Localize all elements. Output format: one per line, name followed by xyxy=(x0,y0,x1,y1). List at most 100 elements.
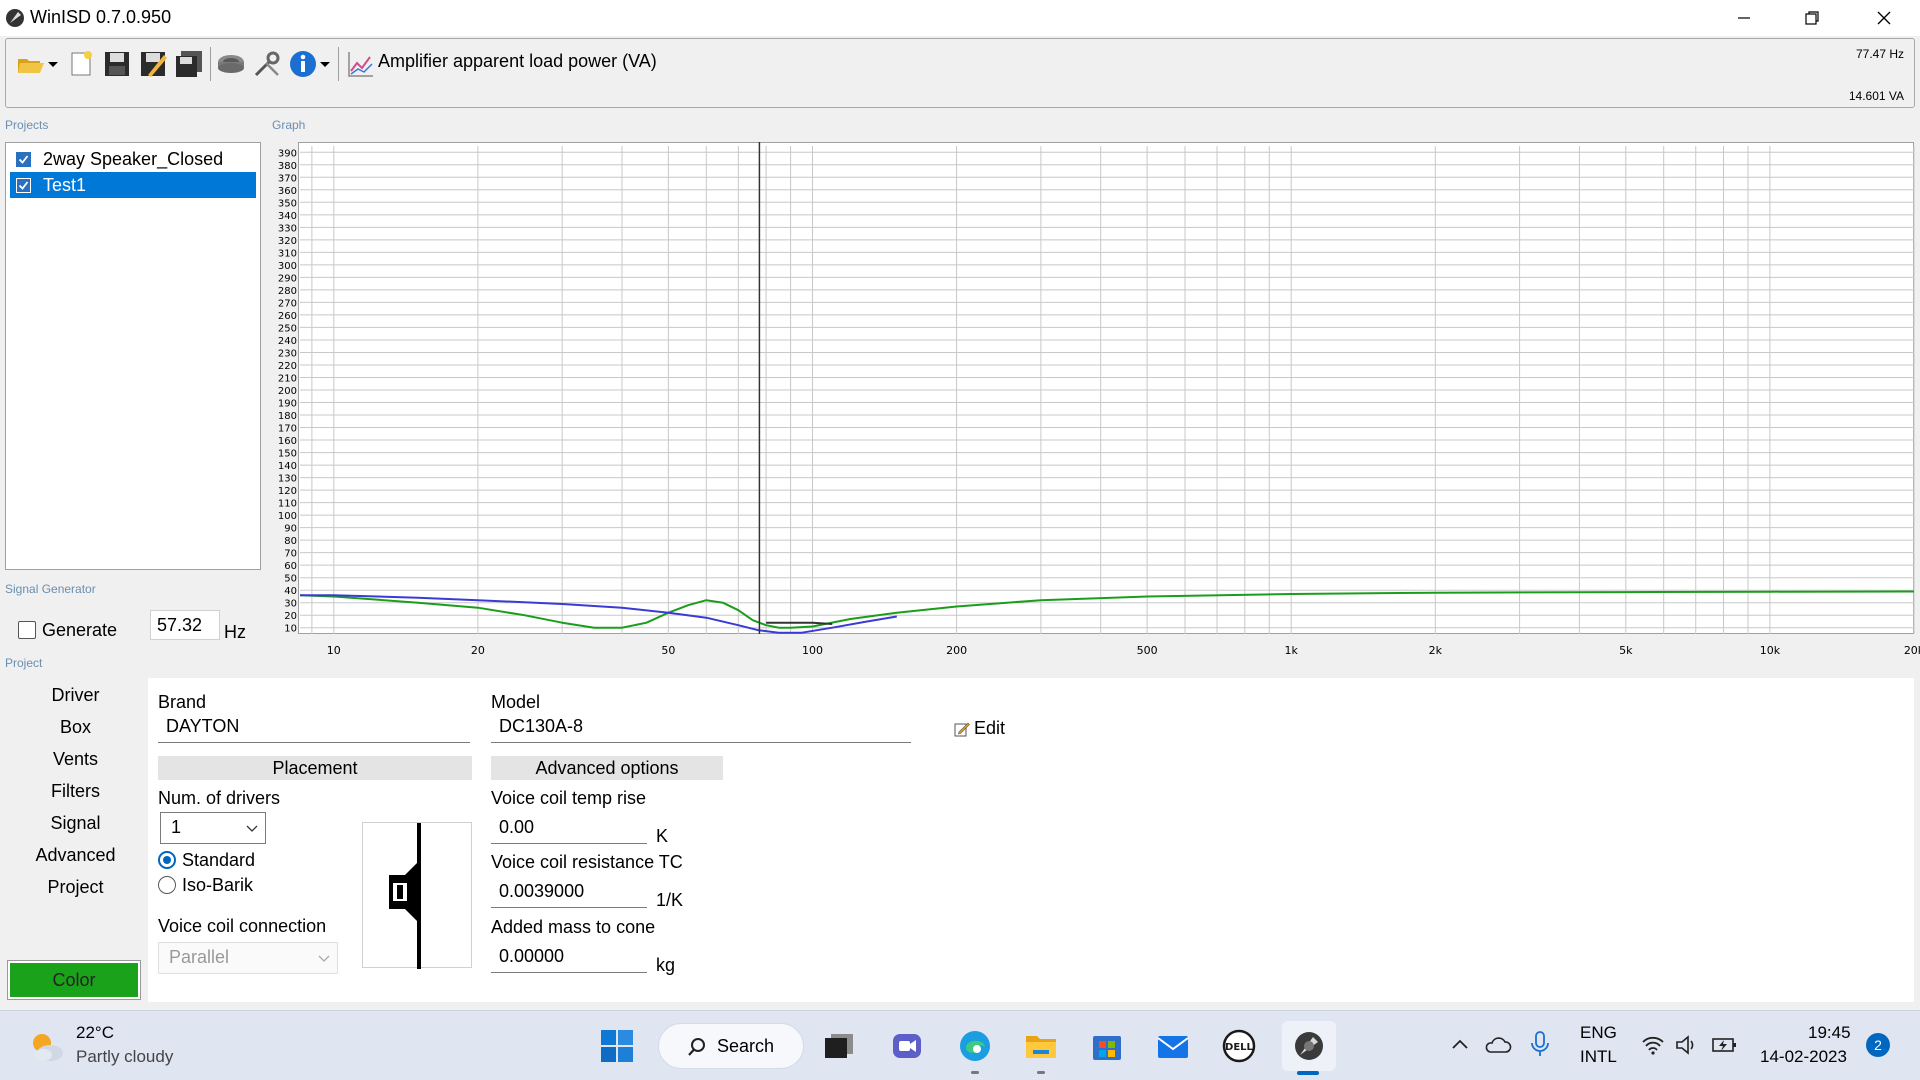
brand-field[interactable]: DAYTON xyxy=(158,711,470,743)
save-as-button[interactable] xyxy=(136,47,170,81)
projects-list[interactable]: 2way Speaker_Closed Test1 xyxy=(5,142,261,570)
y-tick-label: 370 xyxy=(278,173,297,184)
edit-driver-button[interactable]: Edit xyxy=(954,718,1005,739)
checkmark-icon xyxy=(18,180,29,190)
driver-editor-button[interactable] xyxy=(214,47,248,81)
open-folder-button[interactable] xyxy=(14,47,48,81)
edge-browser-button[interactable] xyxy=(952,1023,998,1069)
num-drivers-select[interactable]: 1 xyxy=(160,812,266,844)
y-tick-label: 250 xyxy=(278,323,297,334)
clock-date[interactable]: 14-02-2023 xyxy=(1760,1047,1847,1067)
clock-time[interactable]: 19:45 xyxy=(1808,1023,1851,1043)
notification-badge[interactable]: 2 xyxy=(1866,1033,1890,1057)
y-tick-label: 300 xyxy=(278,261,297,272)
start-button[interactable] xyxy=(594,1023,640,1069)
checkmark-icon xyxy=(18,154,29,164)
y-tick-label: 40 xyxy=(284,586,297,597)
nav-advanced[interactable]: Advanced xyxy=(8,841,143,869)
signal-generator-section-label: Signal Generator xyxy=(5,582,96,596)
color-button[interactable]: Color xyxy=(7,960,141,1000)
dell-app-button[interactable]: DELL xyxy=(1216,1023,1262,1069)
nav-box[interactable]: Box xyxy=(8,713,143,741)
voice-coil-connection-label: Voice coil connection xyxy=(158,916,327,936)
y-tick-label: 90 xyxy=(284,524,297,535)
partly-cloudy-icon xyxy=(33,1034,63,1061)
language-line2[interactable]: INTL xyxy=(1580,1047,1617,1067)
project-item[interactable]: 2way Speaker_Closed xyxy=(10,146,256,172)
y-tick-label: 310 xyxy=(278,248,297,259)
volume-button[interactable] xyxy=(1674,1033,1700,1057)
vc-temp-rise-field[interactable]: 0.00 xyxy=(491,812,647,844)
taskbar-search-button[interactable]: Search xyxy=(658,1023,804,1069)
microsoft-store-button[interactable] xyxy=(1084,1023,1130,1069)
teams-chat-button[interactable] xyxy=(884,1023,930,1069)
mail-envelope-icon xyxy=(1157,1036,1189,1058)
minimize-button[interactable] xyxy=(1710,0,1778,36)
show-hidden-icons-button[interactable] xyxy=(1448,1033,1472,1057)
vc-resistance-tc-label: Voice coil resistance TC xyxy=(491,852,683,872)
y-tick-label: 390 xyxy=(278,148,297,159)
mail-button[interactable] xyxy=(1150,1023,1196,1069)
num-drivers-value: 1 xyxy=(171,817,182,837)
voice-coil-connection-select[interactable]: Parallel xyxy=(158,942,338,974)
placement-isobarik-radio[interactable] xyxy=(158,876,176,894)
num-drivers-label: Num. of drivers xyxy=(158,788,281,808)
info-dropdown-button[interactable] xyxy=(318,47,332,81)
project-checkbox[interactable] xyxy=(16,151,31,167)
graph-series xyxy=(299,590,1915,634)
save-all-button[interactable] xyxy=(172,47,206,81)
generator-frequency-input[interactable]: 57.32 xyxy=(150,610,220,640)
vc-temp-rise-unit: K xyxy=(656,826,669,846)
wifi-icon xyxy=(1642,1036,1664,1055)
running-indicator xyxy=(1037,1071,1045,1074)
graph-chart[interactable]: 1020304050607080901001101201301401501601… xyxy=(270,140,1920,660)
project-checkbox[interactable] xyxy=(16,177,31,193)
model-field[interactable]: DC130A-8 xyxy=(491,711,911,743)
nav-driver[interactable]: Driver xyxy=(8,681,143,709)
y-tick-label: 110 xyxy=(278,499,297,510)
microphone-button[interactable] xyxy=(1528,1029,1552,1059)
nav-filters[interactable]: Filters xyxy=(8,777,143,805)
winisd-app-icon xyxy=(4,7,26,29)
open-dropdown-button[interactable] xyxy=(46,47,60,81)
y-axis-tick-labels: 1020304050607080901001101201301401501601… xyxy=(278,148,297,634)
added-mass-field[interactable]: 0.00000 xyxy=(491,941,647,973)
battery-charging-icon xyxy=(1712,1038,1736,1052)
graph-type-label[interactable]: Amplifier apparent load power (VA) xyxy=(378,51,657,72)
vc-resistance-tc-field[interactable]: 0.0039000 xyxy=(491,876,647,908)
placement-standard-radio[interactable] xyxy=(158,851,176,869)
driver-cross-section-icon xyxy=(389,823,421,969)
nav-project-label: Project xyxy=(47,876,104,897)
cloud-icon xyxy=(1485,1037,1512,1053)
nav-project[interactable]: Project xyxy=(8,873,143,901)
placement-standard-label: Standard xyxy=(182,850,256,870)
x-tick-label: 10 xyxy=(327,644,341,657)
file-explorer-button[interactable] xyxy=(1018,1023,1064,1069)
new-project-button[interactable] xyxy=(64,47,98,81)
winisd-taskbar-button[interactable] xyxy=(1282,1021,1336,1071)
y-tick-label: 230 xyxy=(278,348,297,359)
save-button[interactable] xyxy=(100,47,134,81)
settings-tools-button[interactable] xyxy=(250,47,284,81)
wifi-button[interactable] xyxy=(1640,1033,1666,1057)
onedrive-button[interactable] xyxy=(1484,1033,1512,1057)
nav-signal[interactable]: Signal xyxy=(8,809,143,837)
speaker-driver-icon xyxy=(218,55,244,73)
task-view-button[interactable] xyxy=(816,1023,862,1069)
project-item-selected[interactable]: Test1 xyxy=(10,172,256,198)
project-section-label: Project xyxy=(5,656,43,670)
running-indicator xyxy=(971,1071,979,1074)
restore-button[interactable] xyxy=(1778,0,1846,36)
x-tick-label: 2k xyxy=(1429,644,1443,657)
graph-type-button[interactable] xyxy=(344,47,378,81)
info-button[interactable] xyxy=(286,47,320,81)
active-app-indicator xyxy=(1297,1071,1319,1075)
language-line1[interactable]: ENG xyxy=(1580,1023,1617,1043)
close-button[interactable] xyxy=(1850,0,1918,36)
battery-button[interactable] xyxy=(1710,1033,1738,1057)
nav-vents[interactable]: Vents xyxy=(8,745,143,773)
toolbar-separator xyxy=(210,47,211,81)
generate-checkbox[interactable] xyxy=(18,621,36,639)
weather-widget[interactable] xyxy=(26,1027,66,1067)
added-mass-label: Added mass to cone xyxy=(491,917,656,937)
